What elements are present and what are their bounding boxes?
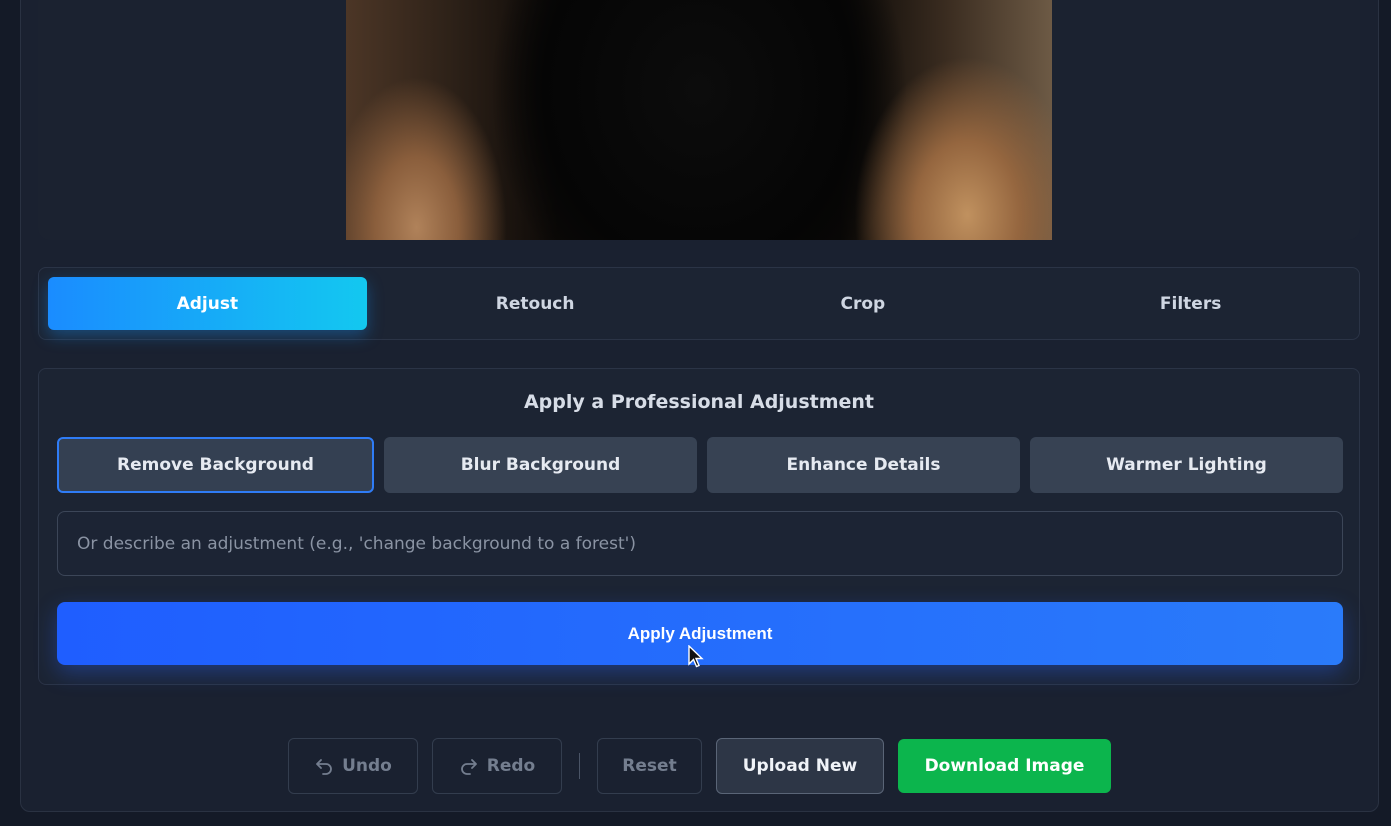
adjustment-prompt-input[interactable] <box>57 511 1343 576</box>
preset-blur-background-button[interactable]: Blur Background <box>384 437 697 493</box>
undo-button[interactable]: Undo <box>288 738 418 794</box>
preset-enhance-details-button[interactable]: Enhance Details <box>707 437 1020 493</box>
preset-remove-background-button[interactable]: Remove Background <box>57 437 374 493</box>
redo-label: Redo <box>486 756 536 776</box>
download-image-button[interactable]: Download Image <box>898 739 1111 793</box>
tab-adjust[interactable]: Adjust <box>48 277 367 330</box>
undo-label: Undo <box>342 756 392 776</box>
tab-retouch[interactable]: Retouch <box>376 277 695 330</box>
preset-warmer-lighting-button[interactable]: Warmer Lighting <box>1030 437 1343 493</box>
panel-title: Apply a Professional Adjustment <box>523 391 875 413</box>
reset-button[interactable]: Reset <box>597 738 702 794</box>
image-preview-area <box>38 0 1360 240</box>
undo-arrow-icon <box>314 756 334 776</box>
action-divider <box>579 753 580 779</box>
redo-button[interactable]: Redo <box>432 738 562 794</box>
tool-tabs: Adjust Retouch Crop Filters <box>38 267 1360 340</box>
adjustment-panel: Apply a Professional Adjustment Remove B… <box>38 368 1360 685</box>
action-bar: Undo Redo Reset Upload New Download Imag… <box>288 738 1111 794</box>
apply-adjustment-button[interactable]: Apply Adjustment <box>57 602 1343 665</box>
upload-new-button[interactable]: Upload New <box>716 738 884 794</box>
tab-crop[interactable]: Crop <box>704 277 1023 330</box>
redo-arrow-icon <box>459 756 479 776</box>
photo-preview[interactable] <box>346 0 1052 240</box>
preset-list: Remove Background Blur Background Enhanc… <box>57 437 1343 493</box>
tab-filters[interactable]: Filters <box>1031 277 1350 330</box>
